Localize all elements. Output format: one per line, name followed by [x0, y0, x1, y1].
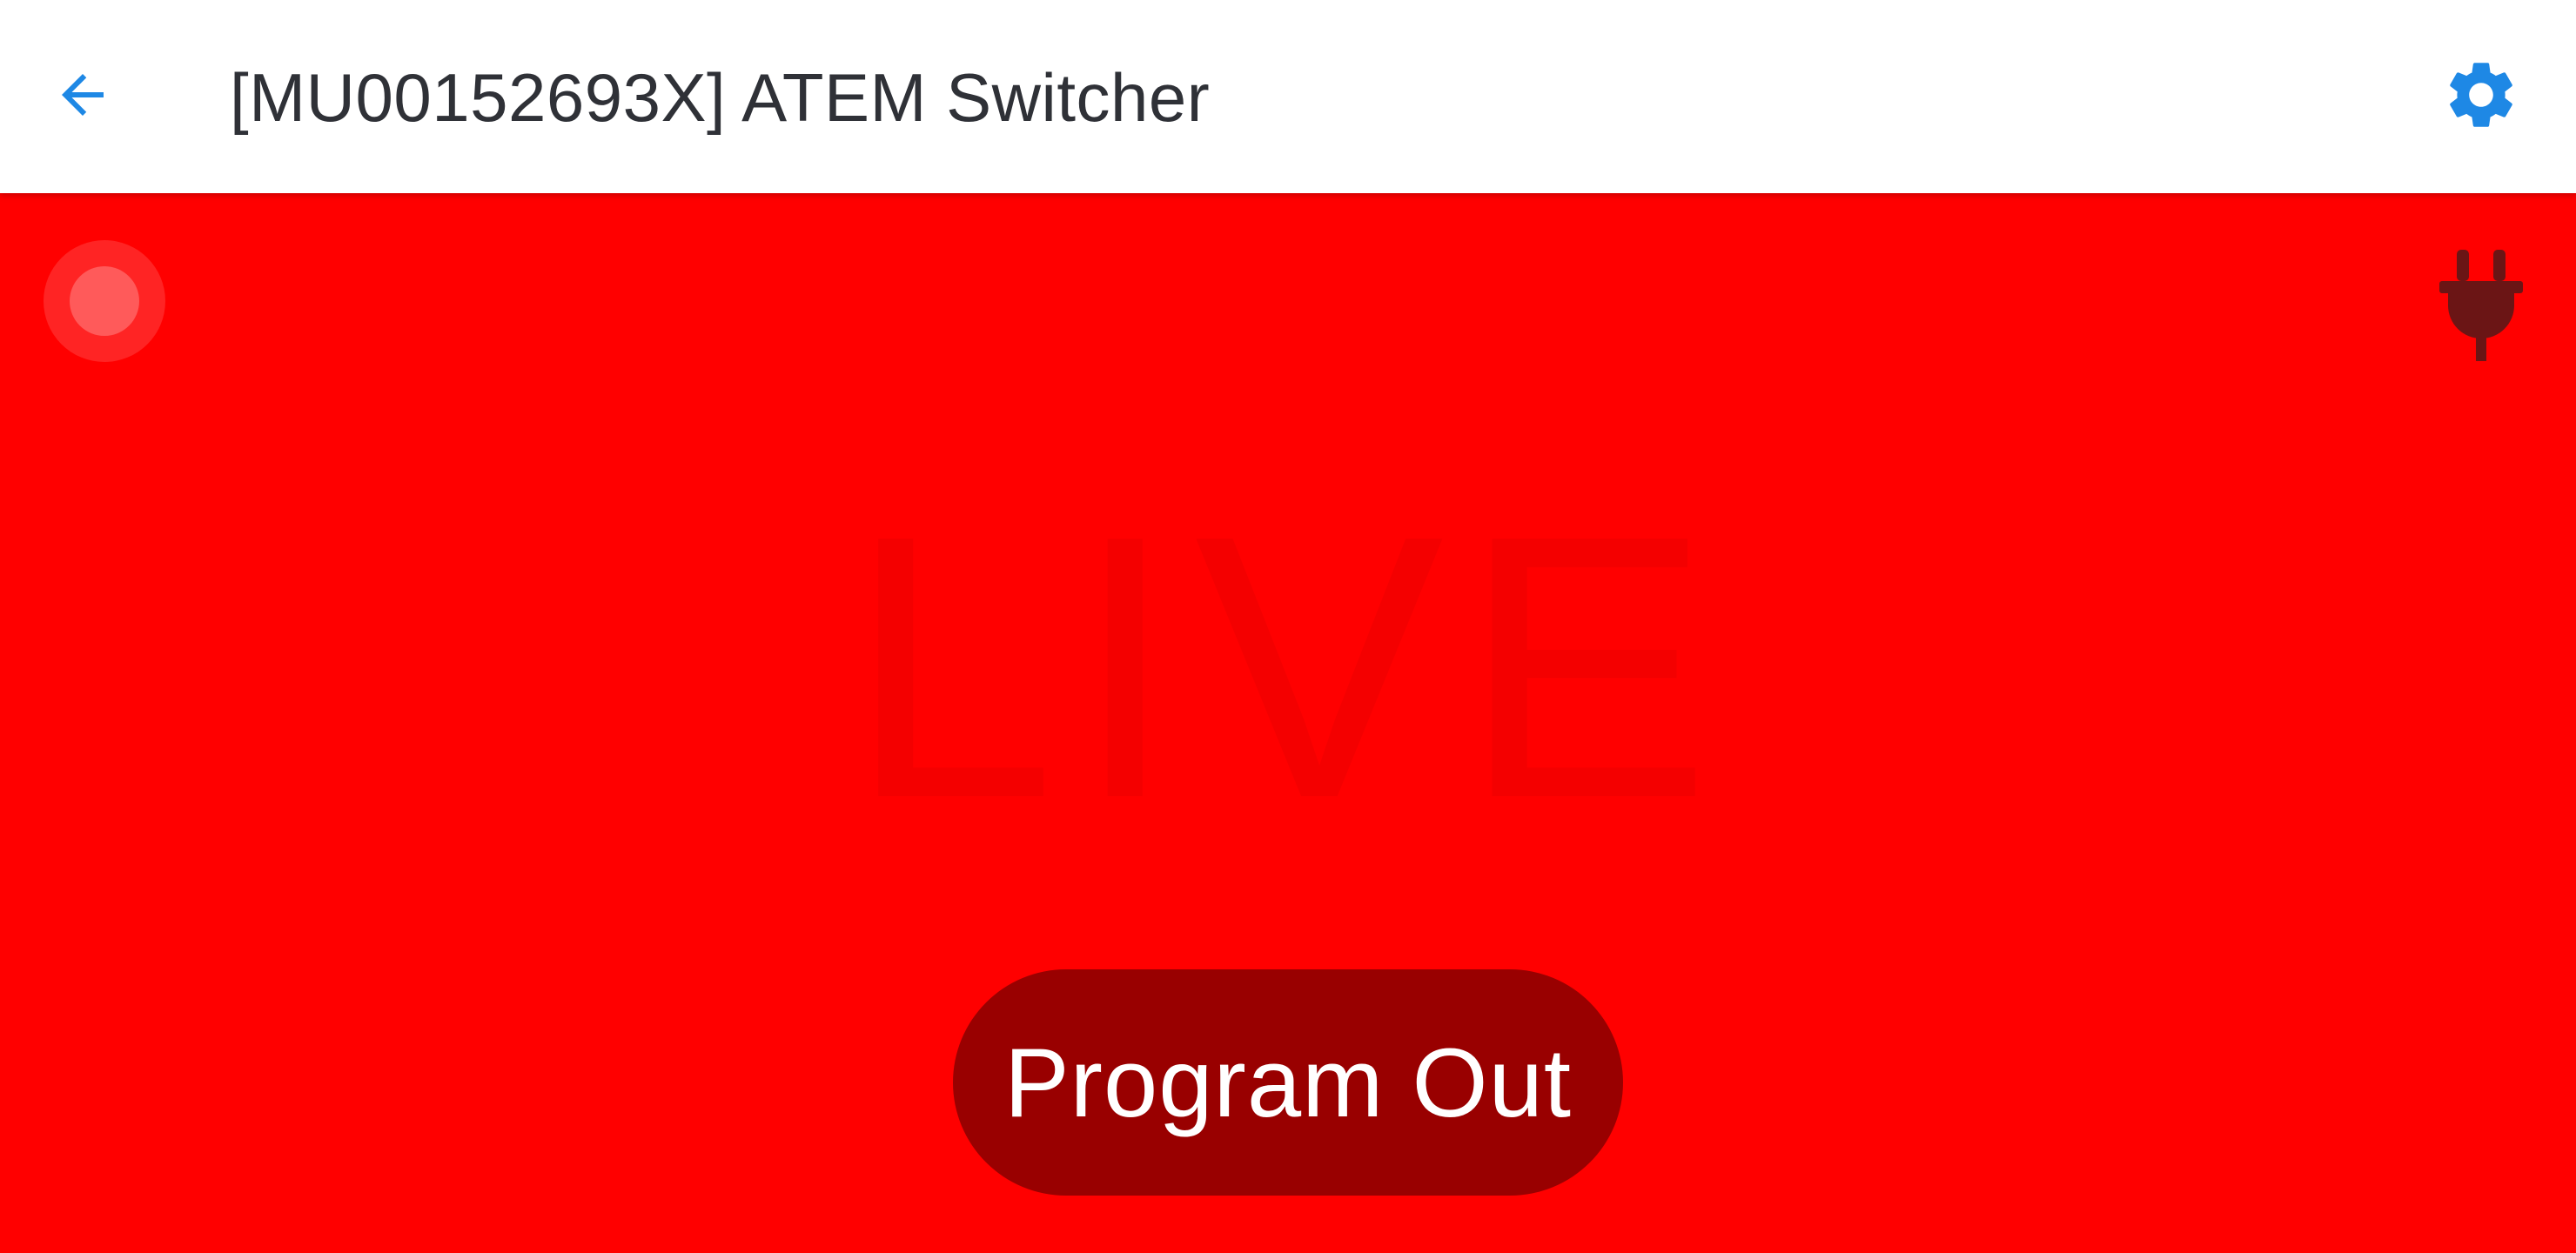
source-label: Program Out [1003, 1028, 1573, 1137]
gear-icon [2441, 55, 2521, 139]
record-button[interactable] [44, 240, 165, 362]
live-watermark: LIVE [847, 459, 1729, 876]
record-dot-icon [70, 266, 139, 336]
plug-icon [2438, 248, 2525, 365]
tally-display: LIVE Program Out [0, 193, 2576, 1253]
back-button[interactable] [35, 49, 131, 144]
source-label-pill: Program Out [953, 969, 1623, 1196]
connection-status [2433, 245, 2529, 367]
app-bar: [MU00152693X] ATEM Switcher [0, 0, 2576, 193]
settings-button[interactable] [2433, 49, 2529, 144]
arrow-left-icon [51, 64, 114, 131]
page-title: [MU00152693X] ATEM Switcher [230, 59, 1211, 136]
